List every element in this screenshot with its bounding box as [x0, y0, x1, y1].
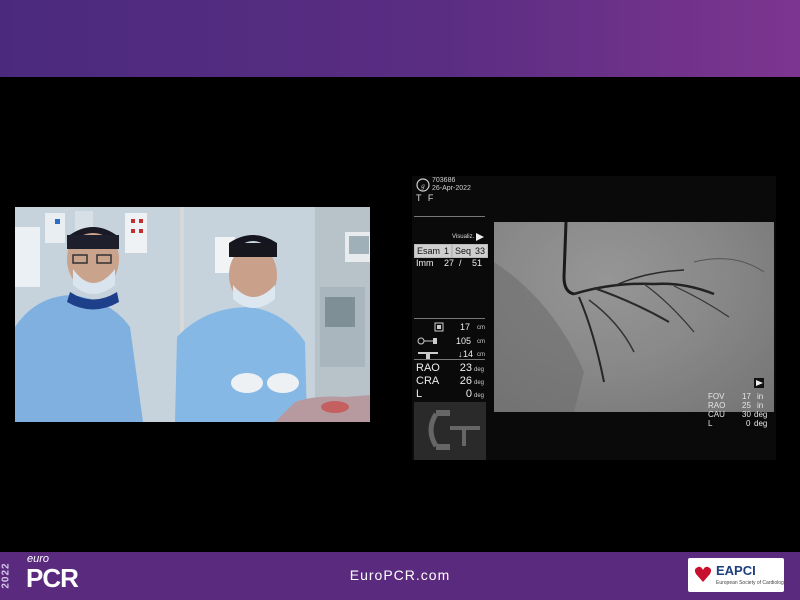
overlay-unit: in — [757, 401, 764, 410]
eapci-logo: EAPCI European Society of Cardiology — [688, 558, 787, 592]
partner-name: EAPCI — [716, 563, 756, 578]
overlay-label: CAU — [708, 410, 725, 419]
live-video-feed — [15, 207, 370, 422]
divider — [414, 318, 485, 319]
distance-unit: cm — [477, 339, 485, 345]
play-icon — [476, 233, 484, 241]
angle-value: 26 — [459, 375, 472, 387]
imm-value: 27 — [444, 258, 455, 268]
heart-icon — [694, 566, 712, 582]
angiography-monitor: g 703686 26-Apr-2022 T F Visualiz. Esam … — [412, 176, 776, 460]
table-height-icon — [418, 352, 438, 359]
imm-total: 51 — [472, 258, 483, 268]
c-arm-icon — [428, 410, 480, 450]
operating-room-scene — [15, 207, 370, 422]
seq-box: Seq 33 — [452, 244, 488, 258]
divider — [414, 359, 485, 360]
top-banner — [0, 0, 800, 77]
overlay-unit: deg — [754, 419, 768, 428]
angle-label: RAO — [416, 362, 440, 374]
patient-initials: T F — [416, 193, 436, 203]
exam-date: 26-Apr-2022 — [432, 185, 471, 192]
distance-value: 14 — [463, 349, 474, 359]
angle-label: CRA — [416, 375, 440, 387]
divider — [414, 216, 485, 217]
patient-id: 703686 — [432, 177, 456, 184]
angle-value: 23 — [459, 362, 472, 374]
overlay-value: 25 — [742, 401, 751, 410]
overlay-unit: deg — [754, 410, 768, 419]
svg-text:g: g — [421, 182, 425, 190]
overlay-label: FOV — [708, 392, 725, 401]
overlay-value: 30 — [742, 410, 751, 419]
imm-label: Imm — [416, 258, 434, 268]
overlay-value: 0 — [746, 419, 751, 428]
esam-box: Esam 1 — [414, 244, 452, 258]
angiogram-vessels — [494, 222, 774, 412]
fov-icon — [434, 322, 444, 332]
visualiz-label: Visualiz. — [452, 234, 475, 240]
overlay-value: 17 — [742, 392, 751, 401]
site-url[interactable]: EuroPCR.com — [0, 567, 800, 583]
overlay-label: L — [708, 419, 713, 428]
coronary-angiogram — [494, 222, 774, 412]
distance-value: 105 — [456, 336, 472, 346]
angle-unit: deg — [474, 393, 485, 399]
distance-value: 17 — [460, 322, 471, 332]
partner-subtitle: European Society of Cardiology — [716, 580, 787, 586]
sid-icon — [417, 337, 437, 345]
distance-unit: cm — [477, 325, 485, 331]
overlay-label: RAO — [708, 401, 726, 410]
angle-label: L — [416, 388, 423, 400]
angle-unit: deg — [474, 380, 485, 386]
c-arm-position-panel — [414, 402, 486, 460]
imm-separator: / — [459, 258, 462, 268]
ge-logo-icon: g — [416, 178, 430, 192]
angle-value: 0 — [465, 388, 472, 400]
distance-unit: cm — [477, 352, 485, 358]
overlay-unit: in — [757, 392, 764, 401]
angle-unit: deg — [474, 367, 485, 373]
down-arrow-icon: ↓ — [458, 349, 463, 359]
angio-info-panel: g 703686 26-Apr-2022 T F Visualiz. Esam … — [412, 176, 488, 460]
play-icon — [754, 378, 764, 388]
